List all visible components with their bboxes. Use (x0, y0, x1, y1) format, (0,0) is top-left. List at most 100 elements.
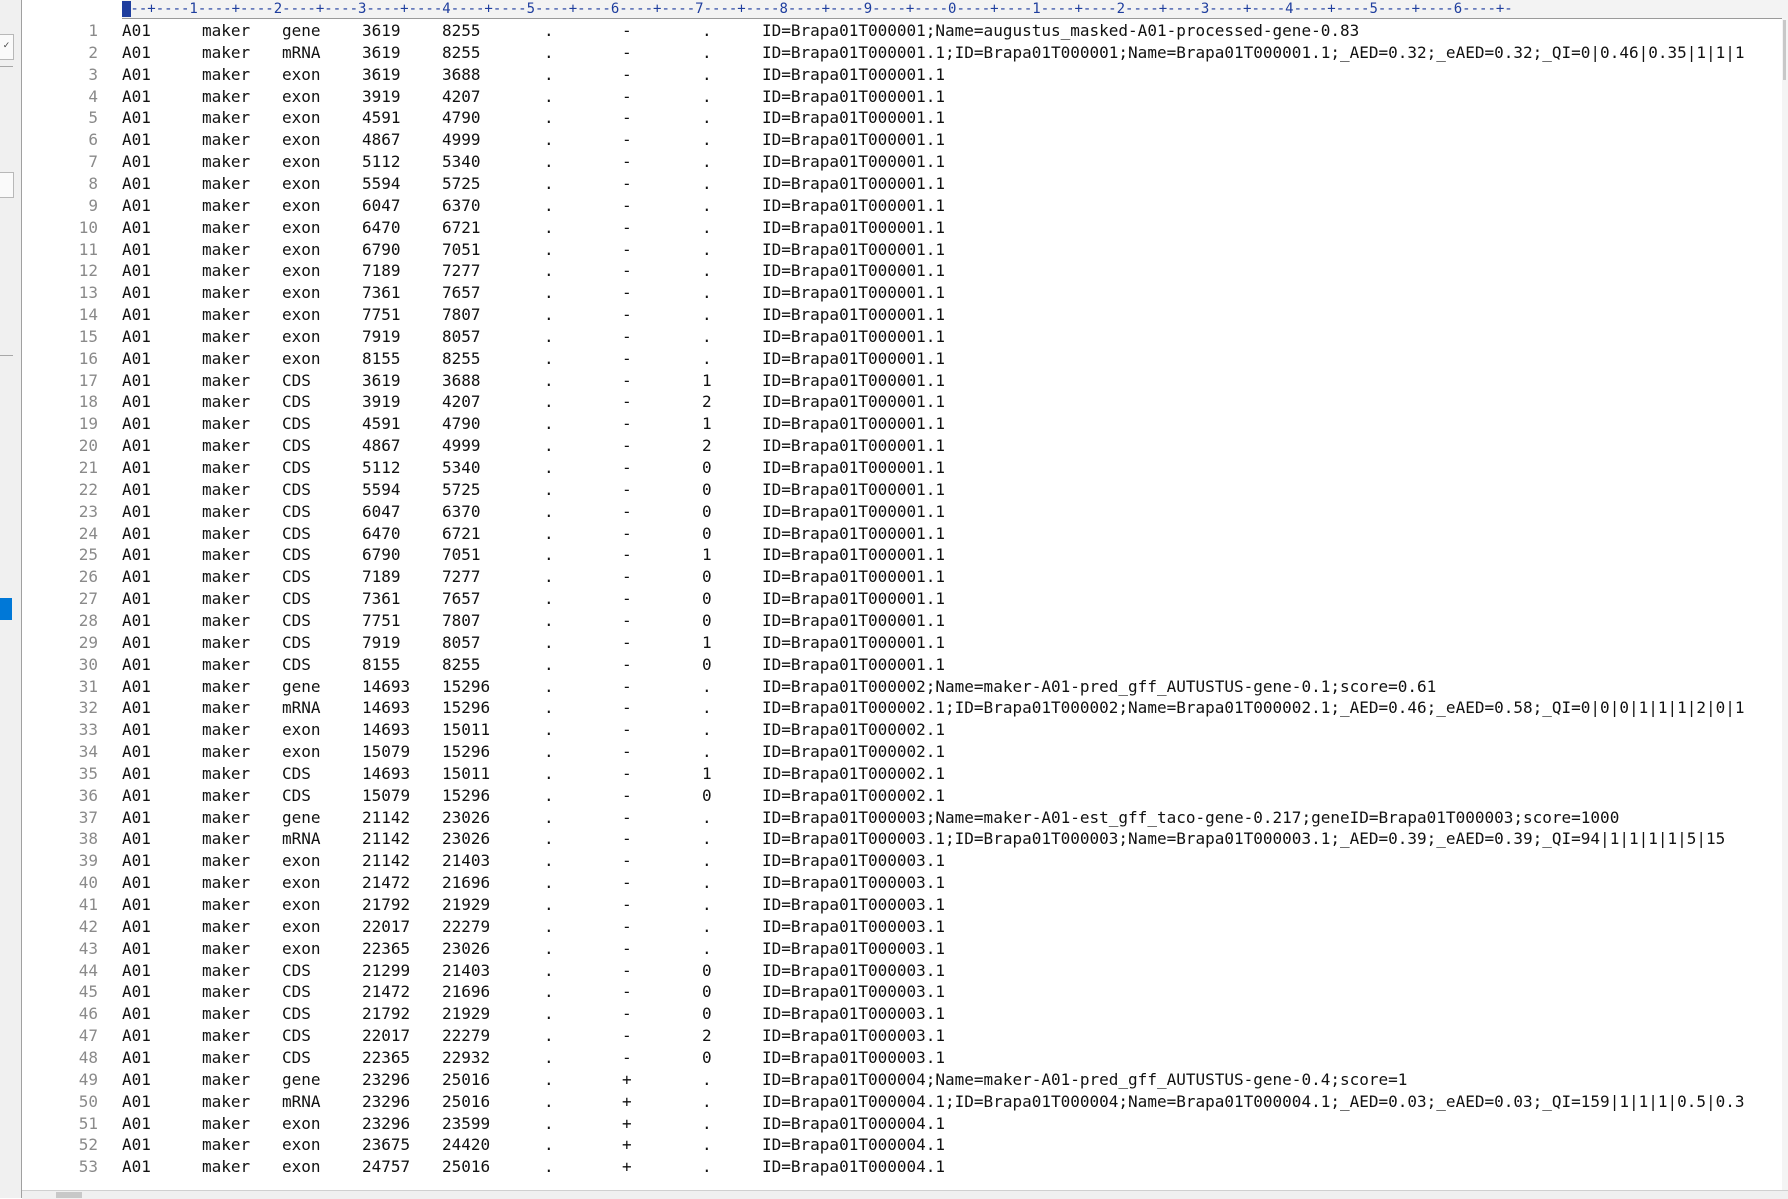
table-row[interactable]: 13 A01 maker exon 7361 7657. -. ID=Brapa01T0000… (22, 282, 1782, 304)
score-cell: . (544, 1004, 554, 1024)
line-number: 18 (78, 392, 98, 412)
table-row[interactable]: 3 A01 maker exon 3619 3688. -. ID=Brapa01T00000… (22, 64, 1782, 86)
strand-cell: - (622, 982, 632, 1002)
table-row[interactable]: 37 A01 maker gene 21142 23026. -. ID=Brapa01T00… (22, 807, 1782, 829)
attributes-cell: ID=Brapa01T000001.1 (762, 458, 946, 477)
table-row[interactable]: 32 A01 maker mRNA 14693 15296. -. ID=Brapa01T00… (22, 697, 1782, 719)
table-row[interactable]: 38 A01 maker mRNA 21142 23026. -. ID=Brapa01T00… (22, 828, 1782, 850)
table-row[interactable]: 21 A01 maker CDS 5112 5340. - 0 ID=Brapa01T00000… (22, 457, 1782, 479)
score-cell: . (544, 676, 554, 696)
strand-cell: - (622, 108, 632, 128)
line-number: 4 (88, 86, 98, 106)
strand-cell: - (622, 1026, 632, 1046)
table-row[interactable]: 19 A01 maker CDS 4591 4790. - 1 ID=Brapa01T00000… (22, 413, 1782, 435)
seqid-cell: A01 (122, 501, 151, 521)
table-row[interactable]: 17 A01 maker CDS 3619 3688. - 1 ID=Brapa01T00000… (22, 370, 1782, 392)
table-row[interactable]: 2 A01 maker mRNA 3619 8255. -. ID=Brapa01T00000… (22, 42, 1782, 64)
line-number: 52 (78, 1135, 98, 1155)
strand-cell: - (622, 436, 632, 456)
table-row[interactable]: 48 A01 maker CDS 22365 22932. - 0 ID=Brapa01T000… (22, 1047, 1782, 1069)
source-cell: maker (202, 108, 251, 128)
table-row[interactable]: 9 A01 maker exon 6047 6370. -. ID=Brapa01T00000… (22, 195, 1782, 217)
table-row[interactable]: 42 A01 maker exon 22017 22279. -. ID=Brapa01T00… (22, 916, 1782, 938)
table-row[interactable]: 26 A01 maker CDS 7189 7277. - 0 ID=Brapa01T00000… (22, 566, 1782, 588)
table-row[interactable]: 43 A01 maker exon 22365 23026. -. ID=Brapa01T00… (22, 938, 1782, 960)
attributes-cell: ID=Brapa01T000003.1 (762, 895, 946, 914)
table-row[interactable]: 51 A01 maker exon 23296 23599. +. ID=Brapa01T00… (22, 1113, 1782, 1135)
start-cell: 7751 (362, 610, 401, 630)
attributes-cell: ID=Brapa01T000001.1 (762, 479, 946, 499)
attributes-cell: ID=Brapa01T000002;Name=maker-A01-pred_gf… (762, 676, 1437, 696)
table-row[interactable]: 14 A01 maker exon 7751 7807. -. ID=Brapa01T0000… (22, 304, 1782, 326)
table-row[interactable]: 29 A01 maker CDS 7919 8057. - 1 ID=Brapa01T00000… (22, 632, 1782, 654)
vertical-scrollbar[interactable] (1782, 18, 1788, 1192)
table-row[interactable]: 12 A01 maker exon 7189 7277. -. ID=Brapa01T0000… (22, 260, 1782, 282)
feature-type-cell: CDS (282, 982, 311, 1002)
table-row[interactable]: 1 A01 maker gene 3619 8255. -. ID=Brapa01T00000… (22, 20, 1782, 42)
table-row[interactable]: 10 A01 maker exon 6470 6721. -. ID=Brapa01T0000… (22, 217, 1782, 239)
table-row[interactable]: 46 A01 maker CDS 21792 21929. - 0 ID=Brapa01T000… (22, 1003, 1782, 1025)
table-row[interactable]: 4 A01 maker exon 3919 4207. -. ID=Brapa01T00000… (22, 86, 1782, 108)
table-row[interactable]: 50 A01 maker mRNA 23296 25016. +. ID=Brapa01T00… (22, 1091, 1782, 1113)
horizontal-scroll-thumb[interactable] (56, 1192, 82, 1198)
seqid-cell: A01 (122, 610, 151, 630)
score-cell: . (544, 64, 554, 84)
table-row[interactable]: 33 A01 maker exon 14693 15011. -. ID=Brapa01T00… (22, 719, 1782, 741)
start-cell: 14693 (362, 720, 411, 740)
table-row[interactable]: 40 A01 maker exon 21472 21696. -. ID=Brapa01T00… (22, 872, 1782, 894)
table-row[interactable]: 15 A01 maker exon 7919 8057. -. ID=Brapa01T0000… (22, 326, 1782, 348)
attributes-cell: ID=Brapa01T000003.1;ID=Brapa01T000003;Na… (762, 829, 1726, 849)
phase-cell: . (702, 348, 712, 368)
vertical-scroll-thumb[interactable] (1783, 20, 1786, 80)
table-row[interactable]: 25 A01 maker CDS 6790 7051. - 1 ID=Brapa01T00000… (22, 544, 1782, 566)
table-row[interactable]: 24 A01 maker CDS 6470 6721. - 0 ID=Brapa01T00000… (22, 523, 1782, 545)
attributes-cell: ID=Brapa01T000003.1 (762, 1026, 946, 1046)
attributes-cell: ID=Brapa01T000001.1 (762, 305, 946, 325)
table-row[interactable]: 31 A01 maker gene 14693 15296. -. ID=Brapa01T00… (22, 676, 1782, 698)
table-row[interactable]: 35 A01 maker CDS 14693 15011. - 1 ID=Brapa01T000… (22, 763, 1782, 785)
table-row[interactable]: 11 A01 maker exon 6790 7051. -. ID=Brapa01T0000… (22, 239, 1782, 261)
table-row[interactable]: 6 A01 maker exon 4867 4999. -. ID=Brapa01T00000… (22, 129, 1782, 151)
table-row[interactable]: 41 A01 maker exon 21792 21929. -. ID=Brapa01T00… (22, 894, 1782, 916)
table-row[interactable]: 30 A01 maker CDS 8155 8255. - 0 ID=Brapa01T00000… (22, 654, 1782, 676)
table-row[interactable]: 22 A01 maker CDS 5594 5725. - 0 ID=Brapa01T00000… (22, 479, 1782, 501)
text-editor-area[interactable]: 1 A01 maker gene 3619 8255. -. ID=Brapa01T00000… (22, 20, 1782, 1192)
table-row[interactable]: 49 A01 maker gene 23296 25016. +. ID=Brapa01T00… (22, 1069, 1782, 1091)
table-row[interactable]: 8 A01 maker exon 5594 5725. -. ID=Brapa01T00000… (22, 173, 1782, 195)
strand-cell: - (622, 239, 632, 259)
start-cell: 21792 (362, 895, 411, 914)
table-row[interactable]: 34 A01 maker exon 15079 15296. -. ID=Brapa01T00… (22, 741, 1782, 763)
seqid-cell: A01 (122, 283, 151, 303)
table-row[interactable]: 53 A01 maker exon 24757 25016. +. ID=Brapa01T00… (22, 1156, 1782, 1178)
source-cell: maker (202, 348, 251, 368)
strand-cell: - (622, 21, 632, 40)
table-row[interactable]: 5 A01 maker exon 4591 4790. -. ID=Brapa01T00000… (22, 107, 1782, 129)
end-cell: 3688 (442, 64, 481, 84)
table-row[interactable]: 44 A01 maker CDS 21299 21403. - 0 ID=Brapa01T000… (22, 960, 1782, 982)
table-row[interactable]: 18 A01 maker CDS 3919 4207. - 2 ID=Brapa01T00000… (22, 391, 1782, 413)
start-cell: 21472 (362, 982, 411, 1002)
score-cell: . (544, 501, 554, 521)
seqid-cell: A01 (122, 589, 151, 609)
attributes-cell: ID=Brapa01T000003.1 (762, 982, 946, 1002)
table-row[interactable]: 27 A01 maker CDS 7361 7657. - 0 ID=Brapa01T00000… (22, 588, 1782, 610)
feature-type-cell: gene (282, 21, 321, 40)
panel-side-button[interactable] (0, 172, 14, 198)
feature-type-cell: mRNA (282, 698, 321, 718)
table-row[interactable]: 7 A01 maker exon 5112 5340. -. ID=Brapa01T00000… (22, 151, 1782, 173)
table-row[interactable]: 45 A01 maker CDS 21472 21696. - 0 ID=Brapa01T000… (22, 981, 1782, 1003)
panel-toggle-button[interactable]: ✓ (0, 34, 14, 60)
table-row[interactable]: 23 A01 maker CDS 6047 6370. - 0 ID=Brapa01T00000… (22, 501, 1782, 523)
table-row[interactable]: 20 A01 maker CDS 4867 4999. - 2 ID=Brapa01T00000… (22, 435, 1782, 457)
table-row[interactable]: 39 A01 maker exon 21142 21403. -. ID=Brapa01T00… (22, 850, 1782, 872)
attributes-cell: ID=Brapa01T000001.1 (762, 130, 946, 150)
table-row[interactable]: 36 A01 maker CDS 15079 15296. - 0 ID=Brapa01T000… (22, 785, 1782, 807)
score-cell: . (544, 742, 554, 762)
table-row[interactable]: 47 A01 maker CDS 22017 22279. - 2 ID=Brapa01T000… (22, 1025, 1782, 1047)
table-row[interactable]: 16 A01 maker exon 8155 8255. -. ID=Brapa01T0000… (22, 348, 1782, 370)
table-row[interactable]: 52 A01 maker exon 23675 24420. +. ID=Brapa01T00… (22, 1134, 1782, 1156)
table-row[interactable]: 28 A01 maker CDS 7751 7807. - 0 ID=Brapa01T00000… (22, 610, 1782, 632)
source-cell: maker (202, 654, 251, 674)
end-cell: 7051 (442, 239, 481, 259)
strand-cell: - (622, 785, 632, 805)
